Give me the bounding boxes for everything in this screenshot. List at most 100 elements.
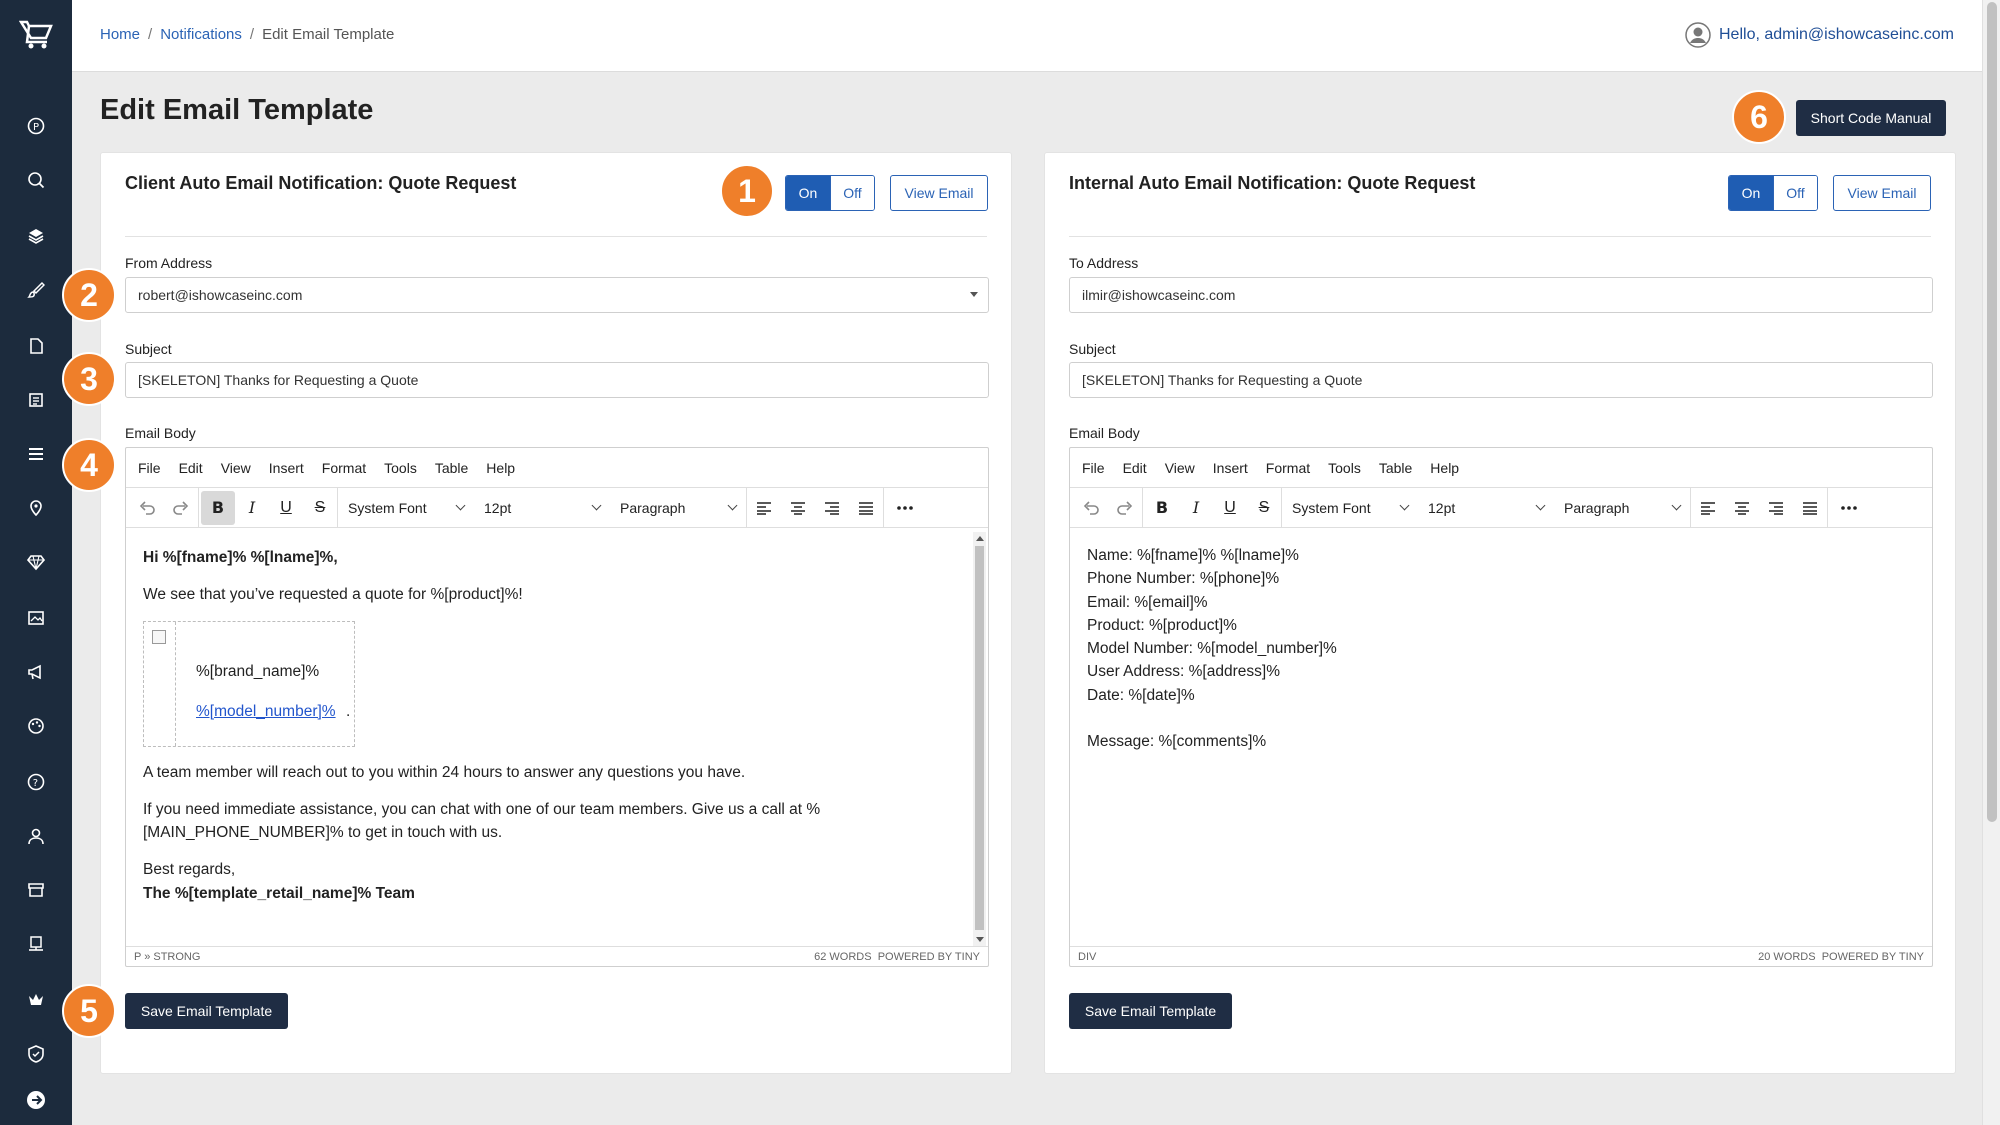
font-size-select[interactable]: 12pt [1418, 491, 1554, 525]
italic-icon[interactable]: I [235, 491, 269, 525]
save-email-template-button[interactable]: Save Email Template [1069, 993, 1232, 1029]
list-icon[interactable] [22, 386, 50, 414]
view-email-button[interactable]: View Email [890, 175, 988, 211]
shield-icon[interactable] [22, 1040, 50, 1068]
more-icon[interactable] [1832, 491, 1866, 525]
editor-scrollbar[interactable] [973, 532, 986, 946]
block-format-value: Paragraph [620, 499, 686, 516]
italic-icon[interactable]: I [1179, 491, 1213, 525]
server-icon[interactable] [22, 930, 50, 958]
palette-icon[interactable] [22, 712, 50, 740]
user-menu[interactable]: Hello, admin@ishowcaseinc.com [1685, 22, 1954, 48]
toggle-off-button[interactable]: Off [830, 176, 874, 210]
menu-help[interactable]: Help [1430, 460, 1459, 476]
menu-insert[interactable]: Insert [269, 460, 304, 476]
align-left-icon[interactable] [1691, 491, 1725, 525]
align-justify-icon[interactable] [849, 491, 883, 525]
menu-file[interactable]: File [1082, 460, 1105, 476]
layers-icon[interactable] [22, 222, 50, 250]
font-size-select[interactable]: 12pt [474, 491, 610, 525]
menu-tools[interactable]: Tools [1328, 460, 1361, 476]
view-email-button[interactable]: View Email [1833, 175, 1931, 211]
save-email-template-button[interactable]: Save Email Template [125, 993, 288, 1029]
diamond-icon[interactable] [22, 548, 50, 576]
crown-icon[interactable] [22, 986, 50, 1014]
email-body-editor[interactable]: File Edit View Insert Format Tools Table… [1069, 447, 1933, 967]
scroll-down-icon[interactable] [976, 937, 984, 942]
toggle-off-button[interactable]: Off [1773, 176, 1817, 210]
brand-table: %[brand_name]% %[model_number]%. [143, 620, 355, 747]
menu-help[interactable]: Help [486, 460, 515, 476]
menu-view[interactable]: View [1165, 460, 1195, 476]
user-icon[interactable] [22, 822, 50, 850]
help-icon[interactable]: ? [22, 768, 50, 796]
subject-input[interactable]: [SKELETON] Thanks for Requesting a Quote [1069, 362, 1933, 398]
menu-format[interactable]: Format [1266, 460, 1310, 476]
menu-table[interactable]: Table [1379, 460, 1412, 476]
align-center-icon[interactable] [781, 491, 815, 525]
block-format-select[interactable]: Paragraph [610, 491, 746, 525]
editor-scrollbar-thumb[interactable] [975, 546, 984, 930]
align-center-icon[interactable] [1725, 491, 1759, 525]
scroll-up-icon[interactable] [976, 536, 984, 541]
align-left-icon[interactable] [747, 491, 781, 525]
chevron-down-icon [1399, 500, 1410, 511]
toggle-on-button[interactable]: On [786, 176, 830, 210]
file-icon[interactable] [22, 332, 50, 360]
location-icon[interactable] [22, 494, 50, 522]
user-greeting[interactable]: Hello, admin@ishowcaseinc.com [1719, 26, 1954, 44]
align-right-icon[interactable] [1759, 491, 1793, 525]
breadcrumb-home[interactable]: Home [100, 26, 140, 43]
strikethrough-icon[interactable]: S [303, 491, 337, 525]
font-family-select[interactable]: System Font [1282, 491, 1418, 525]
menu-edit[interactable]: Edit [1123, 460, 1147, 476]
more-icon[interactable] [888, 491, 922, 525]
strikethrough-icon[interactable]: S [1247, 491, 1281, 525]
menu-format[interactable]: Format [322, 460, 366, 476]
menu-view[interactable]: View [221, 460, 251, 476]
align-right-icon[interactable] [815, 491, 849, 525]
editor-content[interactable]: Hi %[fname]% %[lname]%, We see that you’… [126, 528, 988, 946]
megaphone-icon[interactable] [22, 658, 50, 686]
search-icon[interactable] [22, 166, 50, 194]
page-scrollbar-thumb[interactable] [1987, 2, 1997, 822]
parking-icon[interactable]: P [22, 112, 50, 140]
image-icon[interactable] [22, 604, 50, 632]
notification-toggle[interactable]: On Off [785, 175, 875, 211]
logout-icon[interactable] [22, 1086, 50, 1114]
page-scrollbar[interactable] [1982, 0, 2000, 1125]
undo-icon[interactable] [130, 491, 164, 525]
model-number-link[interactable]: %[model_number]% [196, 700, 336, 723]
subject-input[interactable]: [SKELETON] Thanks for Requesting a Quote [125, 362, 989, 398]
menu-edit[interactable]: Edit [179, 460, 203, 476]
menu-icon[interactable] [22, 440, 50, 468]
email-body-editor[interactable]: File Edit View Insert Format Tools Table… [125, 447, 989, 967]
menu-table[interactable]: Table [435, 460, 468, 476]
block-format-select[interactable]: Paragraph [1554, 491, 1690, 525]
powered-by[interactable]: POWERED BY TINY [878, 951, 980, 963]
short-code-manual-button[interactable]: Short Code Manual [1796, 100, 1946, 136]
panel-title: Client Auto Email Notification: Quote Re… [125, 173, 517, 193]
bold-icon[interactable]: B [201, 490, 235, 525]
notification-toggle[interactable]: On Off [1728, 175, 1818, 211]
menu-insert[interactable]: Insert [1213, 460, 1248, 476]
redo-icon[interactable] [1108, 491, 1142, 525]
menu-file[interactable]: File [138, 460, 161, 476]
redo-icon[interactable] [164, 491, 198, 525]
toggle-on-button[interactable]: On [1729, 176, 1773, 210]
menu-tools[interactable]: Tools [384, 460, 417, 476]
bold-icon[interactable]: B [1145, 491, 1179, 525]
undo-icon[interactable] [1074, 491, 1108, 525]
underline-icon[interactable]: U [1213, 491, 1247, 525]
from-address-select[interactable]: robert@ishowcaseinc.com [125, 277, 989, 313]
powered-by[interactable]: POWERED BY TINY [1822, 951, 1924, 963]
editor-content[interactable]: Name: %[fname]% %[lname]% Phone Number: … [1070, 528, 1932, 946]
brush-icon[interactable] [22, 276, 50, 304]
align-justify-icon[interactable] [1793, 491, 1827, 525]
font-family-select[interactable]: System Font [338, 491, 474, 525]
logo-cart-icon[interactable] [18, 16, 54, 52]
to-address-input[interactable]: ilmir@ishowcaseinc.com [1069, 277, 1933, 313]
breadcrumb-notifications[interactable]: Notifications [160, 26, 242, 43]
store-icon[interactable] [22, 876, 50, 904]
underline-icon[interactable]: U [269, 491, 303, 525]
